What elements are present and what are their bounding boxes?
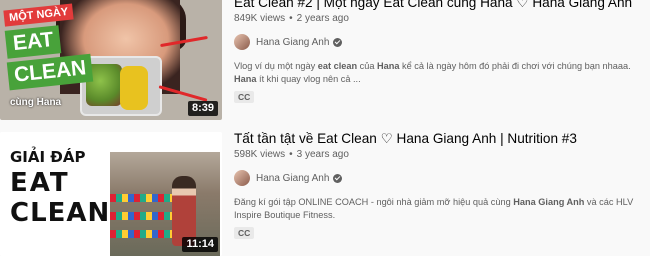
- video-duration: 8:39: [187, 101, 218, 116]
- desc-highlight: eat clean: [317, 61, 358, 71]
- thumbnail-art: [110, 212, 180, 220]
- video-result[interactable]: MỘT NGÀY EAT CLEAN cùng Hana 8:39 Eat Cl…: [0, 0, 650, 124]
- desc-highlight: Hana Giang Anh: [513, 197, 585, 207]
- upload-age: 3 years ago: [296, 149, 349, 160]
- thumbnail-text: CLEAN: [10, 198, 111, 228]
- video-info: Tất tần tật về Eat Clean ♡ Hana Giang An…: [234, 130, 644, 241]
- separator: •: [289, 13, 293, 24]
- desc-text: Vlog ví dụ một ngày: [234, 61, 318, 71]
- video-thumbnail[interactable]: MỘT NGÀY EAT CLEAN cùng Hana 8:39: [0, 0, 222, 120]
- video-info: Eat Clean #2 | Một ngày Eat Clean cùng H…: [234, 0, 644, 105]
- cc-badge: CC: [234, 227, 255, 239]
- desc-highlight: Hana: [377, 61, 400, 71]
- video-duration: 11:14: [182, 237, 218, 252]
- cc-badge: CC: [234, 91, 255, 103]
- thumbnail-text: EAT: [10, 168, 70, 198]
- avatar[interactable]: [234, 34, 250, 50]
- video-metadata: 849K views • 2 years ago: [234, 13, 644, 24]
- thumbnail-art: [110, 194, 180, 202]
- desc-text: Đăng kí gói tập ONLINE COACH - ngôi nhà …: [234, 197, 514, 207]
- thumbnail-art: [110, 230, 180, 238]
- avatar[interactable]: [234, 170, 250, 186]
- desc-text: kể cả là ngày hôm đó phải đi chơi với ch…: [399, 61, 631, 71]
- video-result[interactable]: GIẢI ĐÁP EAT CLEAN 11:14 Tất tần tật về …: [0, 126, 650, 256]
- view-count: 598K views: [234, 149, 286, 160]
- video-description: Đăng kí gói tập ONLINE COACH - ngôi nhà …: [234, 196, 634, 221]
- verified-icon: [333, 173, 343, 183]
- desc-highlight: Hana: [234, 73, 257, 84]
- view-count: 849K views: [234, 13, 286, 24]
- separator: •: [289, 149, 293, 160]
- thumbnail-text: EAT: [4, 25, 62, 59]
- channel-name[interactable]: Hana Giang Anh: [256, 37, 329, 48]
- verified-icon: [333, 37, 343, 47]
- desc-text: ít khi quay vlog nên cả ...: [256, 73, 361, 84]
- video-title[interactable]: Eat Clean #2 | Một ngày Eat Clean cùng H…: [234, 0, 644, 11]
- video-description: Vlog ví dụ một ngày eat clean của Hana k…: [234, 60, 634, 85]
- thumbnail-text: cùng Hana: [10, 97, 62, 108]
- channel-name[interactable]: Hana Giang Anh: [256, 173, 329, 184]
- thumbnail-art: [120, 66, 148, 110]
- upload-age: 2 years ago: [296, 13, 349, 24]
- desc-text: của: [357, 61, 378, 71]
- thumbnail-text: GIẢI ĐÁP: [10, 148, 86, 166]
- thumbnail-art: [172, 176, 196, 246]
- video-title[interactable]: Tất tần tật về Eat Clean ♡ Hana Giang An…: [234, 130, 644, 147]
- video-metadata: 598K views • 3 years ago: [234, 149, 644, 160]
- channel-info[interactable]: Hana Giang Anh: [234, 34, 644, 50]
- channel-info[interactable]: Hana Giang Anh: [234, 170, 644, 186]
- video-thumbnail[interactable]: GIẢI ĐÁP EAT CLEAN 11:14: [0, 132, 222, 256]
